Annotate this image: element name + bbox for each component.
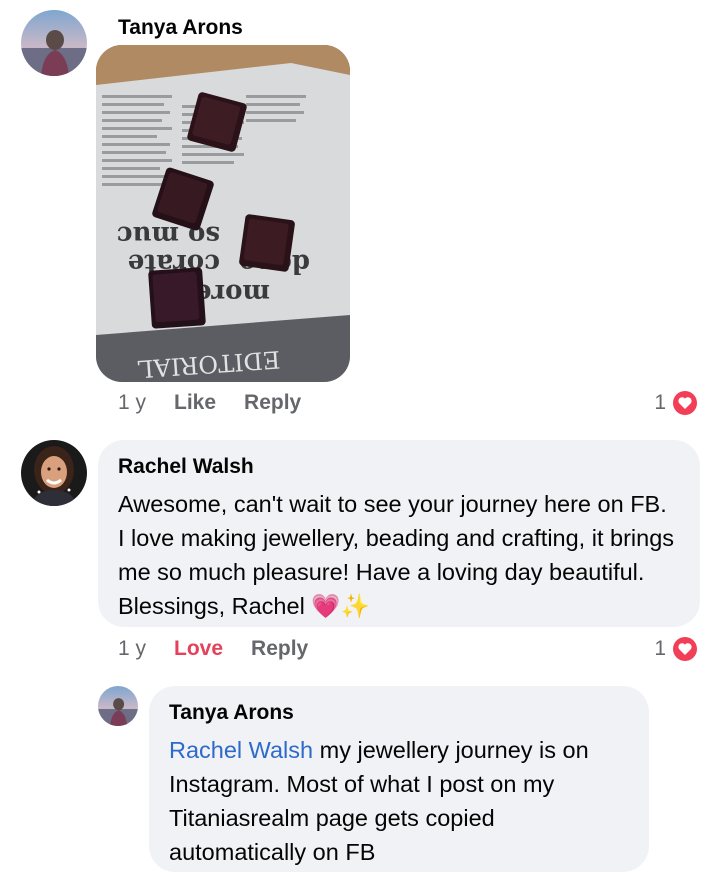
newspaper-text: more [195,278,270,308]
reaction-count: 1 [654,391,666,414]
comment-text: Rachel Walsh my jewellery journey is on … [169,733,627,869]
profile-photo-beach-icon [21,10,87,76]
comment-time: 1 y [118,391,147,414]
reply-button[interactable]: Reply [244,391,301,415]
profile-photo-woman-icon [21,440,87,506]
comment-bubble[interactable]: Rachel Walsh Awesome, can't wait to see … [98,440,700,627]
mention-link[interactable]: Rachel Walsh [169,737,313,763]
comment-author[interactable]: Tanya Arons [169,701,627,725]
sparkles-emoji: ✨ [340,593,370,619]
newspaper-text: so muc [117,220,220,250]
comment-author[interactable]: Tanya Arons [118,16,243,40]
jewellery-photo-image: more done corate so muc EDITORIAL [96,45,350,382]
reaction-summary[interactable]: 1 [654,634,700,664]
avatar[interactable] [98,686,138,726]
comment-time: 1 y [118,637,147,660]
pink-heart-emoji: 💗 [311,593,341,619]
reply-button[interactable]: Reply [251,637,308,661]
like-button[interactable]: Like [174,391,216,415]
reaction-count: 1 [654,637,666,660]
comment-actions: 1 y Love Reply [118,637,308,661]
comment-text: Awesome, can't wait to see your journey … [118,487,678,623]
comment-author[interactable]: Rachel Walsh [118,455,678,479]
comment-actions: 1 y Like Reply [118,391,301,415]
comment-photo[interactable]: more done corate so muc EDITORIAL [96,45,350,382]
comment-text-content: Awesome, can't wait to see your journey … [118,491,675,619]
avatar[interactable] [21,10,87,76]
avatar[interactable] [21,440,87,506]
profile-photo-beach-icon [98,686,138,726]
love-button[interactable]: Love [174,637,223,661]
love-reaction-icon [671,389,699,417]
love-reaction-icon [671,635,699,663]
reaction-summary[interactable]: 1 [654,388,700,418]
reply-bubble[interactable]: Tanya Arons Rachel Walsh my jewellery jo… [149,686,649,872]
